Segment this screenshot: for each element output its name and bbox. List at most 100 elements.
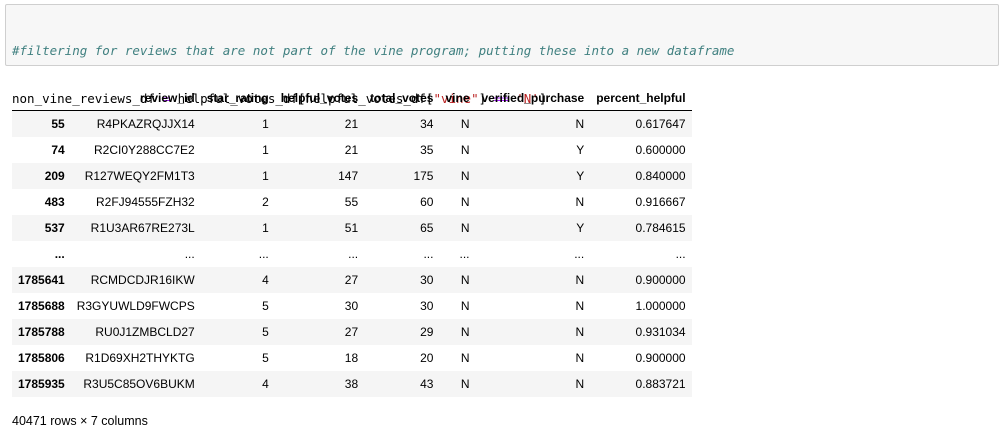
row-index: ... xyxy=(54,247,65,261)
table-row: 55 R4PKAZRQJJX14 1 21 34 N N 0.617647 xyxy=(12,110,692,137)
column-header-helpful-votes: helpful_votes xyxy=(274,86,365,111)
cell-verified-purchase: N xyxy=(575,325,585,339)
cell-percent-helpful: 0.931034 xyxy=(635,325,686,339)
table-body: 55 R4PKAZRQJJX14 1 21 34 N N 0.617647 74 R2CI0Y28… xyxy=(12,110,692,397)
cell-total-votes: 20 xyxy=(420,351,434,365)
cell-helpful-votes: 27 xyxy=(344,273,359,287)
cell-helpful-votes: 21 xyxy=(344,143,359,157)
cell-helpful-votes: 55 xyxy=(344,195,359,209)
cell-total-votes: 30 xyxy=(420,299,434,313)
cell-review-id: RCMDCDJR16IKW xyxy=(90,273,195,287)
cell-percent-helpful: 1.000000 xyxy=(635,299,686,313)
cell-vine: N xyxy=(460,221,470,235)
cell-percent-helpful: ... xyxy=(675,247,686,261)
cell-star-rating: 1 xyxy=(262,143,269,157)
cell-star-rating: 1 xyxy=(262,221,269,235)
table-row: 1785688 R3GYUWLD9FWCPS 5 30 30 N N 1.000000 xyxy=(12,293,692,319)
cell-verified-purchase: N xyxy=(575,377,585,391)
cell-star-rating: 5 xyxy=(262,351,269,365)
cell-star-rating: 4 xyxy=(262,273,269,287)
table-row: 1785806 R1D69XH2THYKTG 5 18 20 N N 0.900000 xyxy=(12,345,692,371)
row-index: 1785788 xyxy=(18,325,65,339)
index-header xyxy=(12,86,71,111)
cell-total-votes: 34 xyxy=(420,117,434,131)
column-header-review-id: review_id xyxy=(70,86,201,111)
dataframe-shape-summary: 40471 rows × 7 columns xyxy=(12,414,148,428)
cell-vine: ... xyxy=(459,247,470,261)
cell-helpful-votes: 147 xyxy=(338,169,359,183)
row-index: 483 xyxy=(44,195,65,209)
cell-helpful-votes: 18 xyxy=(344,351,359,365)
cell-output: review_id star_rating helpful_votes total_v… xyxy=(12,86,692,397)
cell-percent-helpful: 0.900000 xyxy=(635,351,686,365)
table-row: 537 R1U3AR67RE273L 1 51 65 N Y 0.784615 xyxy=(12,215,692,241)
cell-verified-purchase: Y xyxy=(576,221,585,235)
cell-vine: N xyxy=(460,377,470,391)
row-index: 537 xyxy=(44,221,65,235)
cell-vine: N xyxy=(460,273,470,287)
cell-helpful-votes: 27 xyxy=(344,325,359,339)
cell-verified-purchase: N xyxy=(575,117,585,131)
cell-verified-purchase: ... xyxy=(574,247,585,261)
row-index: 55 xyxy=(51,117,65,131)
cell-star-rating: 5 xyxy=(262,299,269,313)
cell-vine: N xyxy=(460,351,470,365)
cell-verified-purchase: N xyxy=(575,195,585,209)
table-header-row: review_id star_rating helpful_votes total_v… xyxy=(12,86,692,111)
table-row: 1785641 RCMDCDJR16IKW 4 27 30 N N 0.900000 xyxy=(12,267,692,293)
column-header-star-rating: star_rating xyxy=(200,86,275,111)
table-row: 74 R2CI0Y288CC7E2 1 21 35 N Y 0.600000 xyxy=(12,137,692,163)
cell-total-votes: ... xyxy=(423,247,434,261)
cell-percent-helpful: 0.617647 xyxy=(635,117,686,131)
cell-review-id: RU0J1ZMBCLD27 xyxy=(95,325,195,339)
cell-review-id: R1D69XH2THYKTG xyxy=(85,351,195,365)
cell-star-rating: 4 xyxy=(262,377,269,391)
cell-review-id: R3U5C85OV6BUKM xyxy=(83,377,195,391)
cell-verified-purchase: Y xyxy=(576,169,585,183)
code-cell-input[interactable]: #filtering for reviews that are not part… xyxy=(5,4,999,154)
row-index: 74 xyxy=(51,143,65,157)
column-header-vine: vine xyxy=(439,86,476,111)
cell-review-id: R2CI0Y288CC7E2 xyxy=(94,143,195,157)
table-row: 1785935 R3U5C85OV6BUKM 4 38 43 N N 0.883721 xyxy=(12,371,692,397)
table-row: 1785788 RU0J1ZMBCLD27 5 27 29 N N 0.931034 xyxy=(12,319,692,345)
cell-helpful-votes: 30 xyxy=(344,299,359,313)
column-header-percent-helpful: percent_helpful xyxy=(590,86,692,111)
cell-star-rating: ... xyxy=(258,247,269,261)
cell-total-votes: 29 xyxy=(420,325,434,339)
table-header: review_id star_rating helpful_votes total_v… xyxy=(12,86,692,111)
cell-vine: N xyxy=(460,143,470,157)
cell-review-id: R2FJ94555FZH32 xyxy=(96,195,195,209)
cell-star-rating: 2 xyxy=(262,195,269,209)
cell-review-id: R4PKAZRQJJX14 xyxy=(96,117,195,131)
row-index: 1785935 xyxy=(18,377,65,391)
cell-vine: N xyxy=(460,117,470,131)
cell-vine: N xyxy=(460,299,470,313)
cell-vine: N xyxy=(460,195,470,209)
row-index: 209 xyxy=(44,169,65,183)
row-index: 1785806 xyxy=(18,351,65,365)
cell-percent-helpful: 0.900000 xyxy=(635,273,686,287)
table-row: ........................ xyxy=(12,241,692,267)
cell-review-id: ... xyxy=(184,247,195,261)
code-comment: #filtering for reviews that are not part… xyxy=(12,43,735,58)
cell-review-id: R1U3AR67RE273L xyxy=(90,221,195,235)
dataframe-table: review_id star_rating helpful_votes total_v… xyxy=(12,86,692,397)
row-index: 1785688 xyxy=(18,299,65,313)
cell-total-votes: 175 xyxy=(413,169,434,183)
cell-total-votes: 43 xyxy=(420,377,434,391)
cell-total-votes: 60 xyxy=(420,195,434,209)
cell-star-rating: 1 xyxy=(262,169,269,183)
cell-star-rating: 5 xyxy=(262,325,269,339)
cell-percent-helpful: 0.840000 xyxy=(635,169,686,183)
cell-review-id: R3GYUWLD9FWCPS xyxy=(76,299,195,313)
cell-verified-purchase: Y xyxy=(576,143,585,157)
cell-helpful-votes: 21 xyxy=(344,117,359,131)
cell-helpful-votes: 38 xyxy=(344,377,359,391)
cell-helpful-votes: ... xyxy=(348,247,359,261)
cell-verified-purchase: N xyxy=(575,351,585,365)
cell-total-votes: 35 xyxy=(420,143,434,157)
column-header-verified-purchase: verified_purchase xyxy=(475,86,591,111)
cell-percent-helpful: 0.916667 xyxy=(635,195,686,209)
cell-percent-helpful: 0.883721 xyxy=(635,377,686,391)
